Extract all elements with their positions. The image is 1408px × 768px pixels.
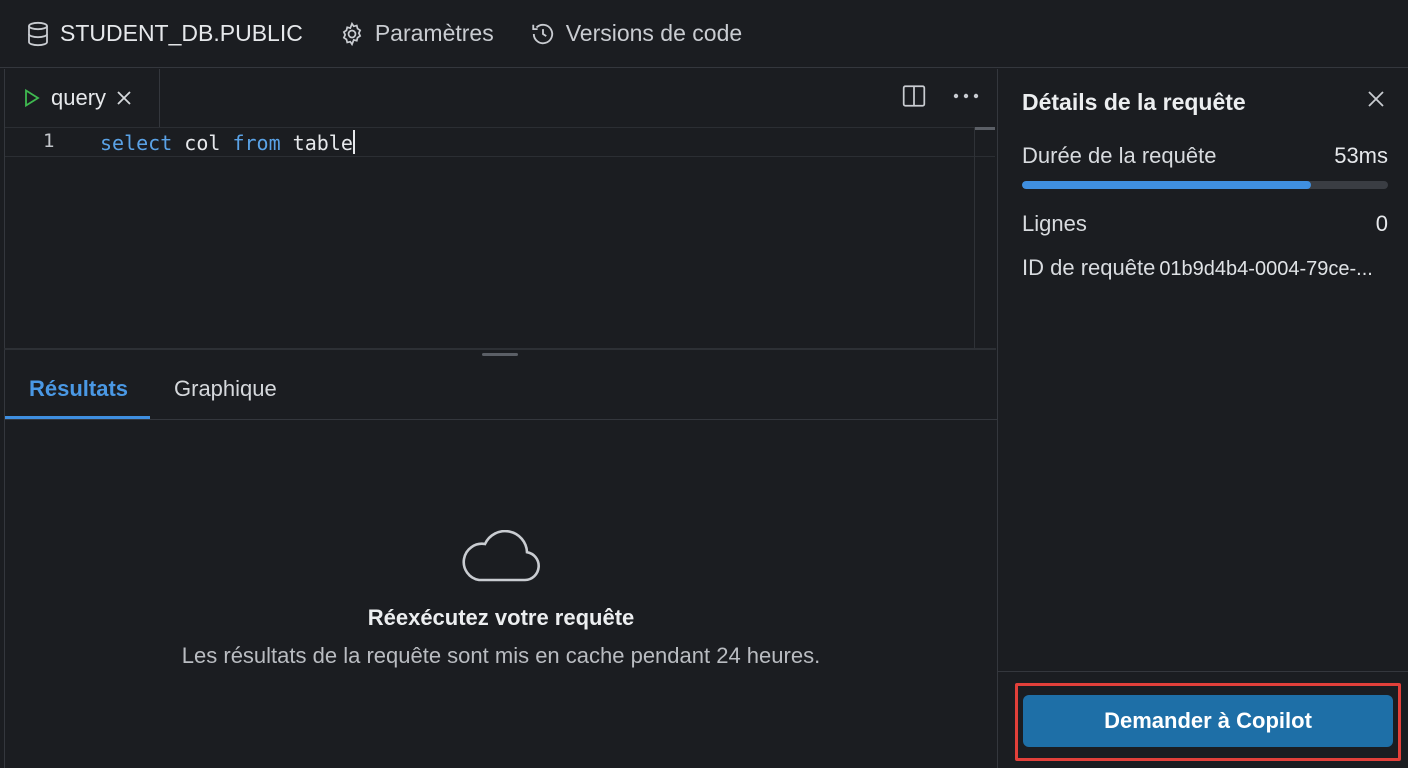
duration-value: 53ms: [1334, 143, 1388, 168]
database-label: STUDENT_DB.PUBLIC: [60, 20, 303, 46]
editor-scroll-thumb[interactable]: [975, 127, 995, 130]
code-versions-button[interactable]: Versions de code: [530, 20, 742, 47]
rows-value: 0: [1375, 211, 1388, 236]
editor-pane: query 1 select col from table: [4, 69, 996, 349]
details-close-button[interactable]: [1366, 89, 1386, 114]
close-icon: [1368, 91, 1384, 107]
query-details-panel: Détails de la requête Durée de la requêt…: [997, 69, 1408, 768]
tab-query-label: query: [51, 85, 107, 110]
ask-copilot-button[interactable]: Demander à Copilot: [1023, 695, 1393, 747]
code-line[interactable]: select col from table: [100, 130, 355, 155]
code-text: col: [172, 131, 233, 155]
code-editor[interactable]: 1 select col from table: [5, 127, 997, 349]
code-keyword: select: [100, 131, 173, 155]
app-window: STUDENT_DB.PUBLIC Paramètres Versions de…: [0, 0, 1408, 768]
more-icon: [953, 93, 979, 99]
empty-state: Réexécutez votre requête Les résultats d…: [5, 529, 997, 669]
active-tab-indicator: [5, 416, 150, 419]
close-icon[interactable]: [116, 90, 132, 106]
duration-row: Durée de la requête 53ms: [1022, 143, 1388, 169]
details-footer-divider: [998, 671, 1408, 672]
database-selector[interactable]: STUDENT_DB.PUBLIC: [26, 20, 303, 47]
settings-label: Paramètres: [374, 20, 494, 46]
editor-scrollbar[interactable]: [974, 127, 975, 349]
copilot-highlight-frame: Demander à Copilot: [1015, 683, 1401, 761]
tab-query[interactable]: query: [5, 69, 160, 127]
duration-label: Durée de la requête: [1022, 143, 1217, 168]
database-icon: [28, 21, 48, 46]
code-versions-label: Versions de code: [565, 20, 743, 46]
code-keyword: from: [232, 131, 281, 155]
split-view-button[interactable]: [901, 83, 927, 109]
editor-tabstrip: query: [5, 69, 997, 127]
query-id-label: ID de requête: [1022, 255, 1156, 280]
duration-progress-bar: [1022, 181, 1388, 189]
results-pane: Résultats Graphique Réexécutez votre req…: [4, 350, 997, 768]
empty-state-subtitle: Les résultats de la requête sont mis en …: [181, 643, 821, 668]
history-icon: [532, 23, 553, 44]
empty-state-title: Réexécutez votre requête: [367, 605, 635, 630]
line-number: 1: [43, 130, 55, 152]
code-text: table: [280, 131, 353, 155]
query-id-value[interactable]: 01b9d4b4-0004-79ce-...: [1159, 258, 1373, 280]
rows-row: Lignes 0: [1022, 211, 1388, 237]
results-tabs: Résultats Graphique: [5, 350, 997, 420]
more-options-button[interactable]: [953, 92, 979, 100]
top-bar: STUDENT_DB.PUBLIC Paramètres Versions de…: [0, 0, 1408, 68]
cloud-icon: [462, 529, 540, 582]
code-line-row: 1 select col from table: [5, 127, 995, 157]
gear-icon: [342, 21, 362, 46]
rows-label: Lignes: [1022, 211, 1087, 236]
duration-progress-fill: [1022, 181, 1312, 189]
tab-results[interactable]: Résultats: [29, 376, 128, 402]
split-view-icon: [902, 85, 926, 107]
details-title: Détails de la requête: [1022, 89, 1246, 115]
query-id-row: ID de requête 01b9d4b4-0004-79ce-...: [1022, 255, 1388, 281]
tab-chart[interactable]: Graphique: [174, 376, 277, 402]
settings-button[interactable]: Paramètres: [339, 20, 494, 47]
editor-actions: [875, 83, 979, 109]
text-caret: [352, 130, 355, 154]
play-icon[interactable]: [23, 88, 41, 108]
